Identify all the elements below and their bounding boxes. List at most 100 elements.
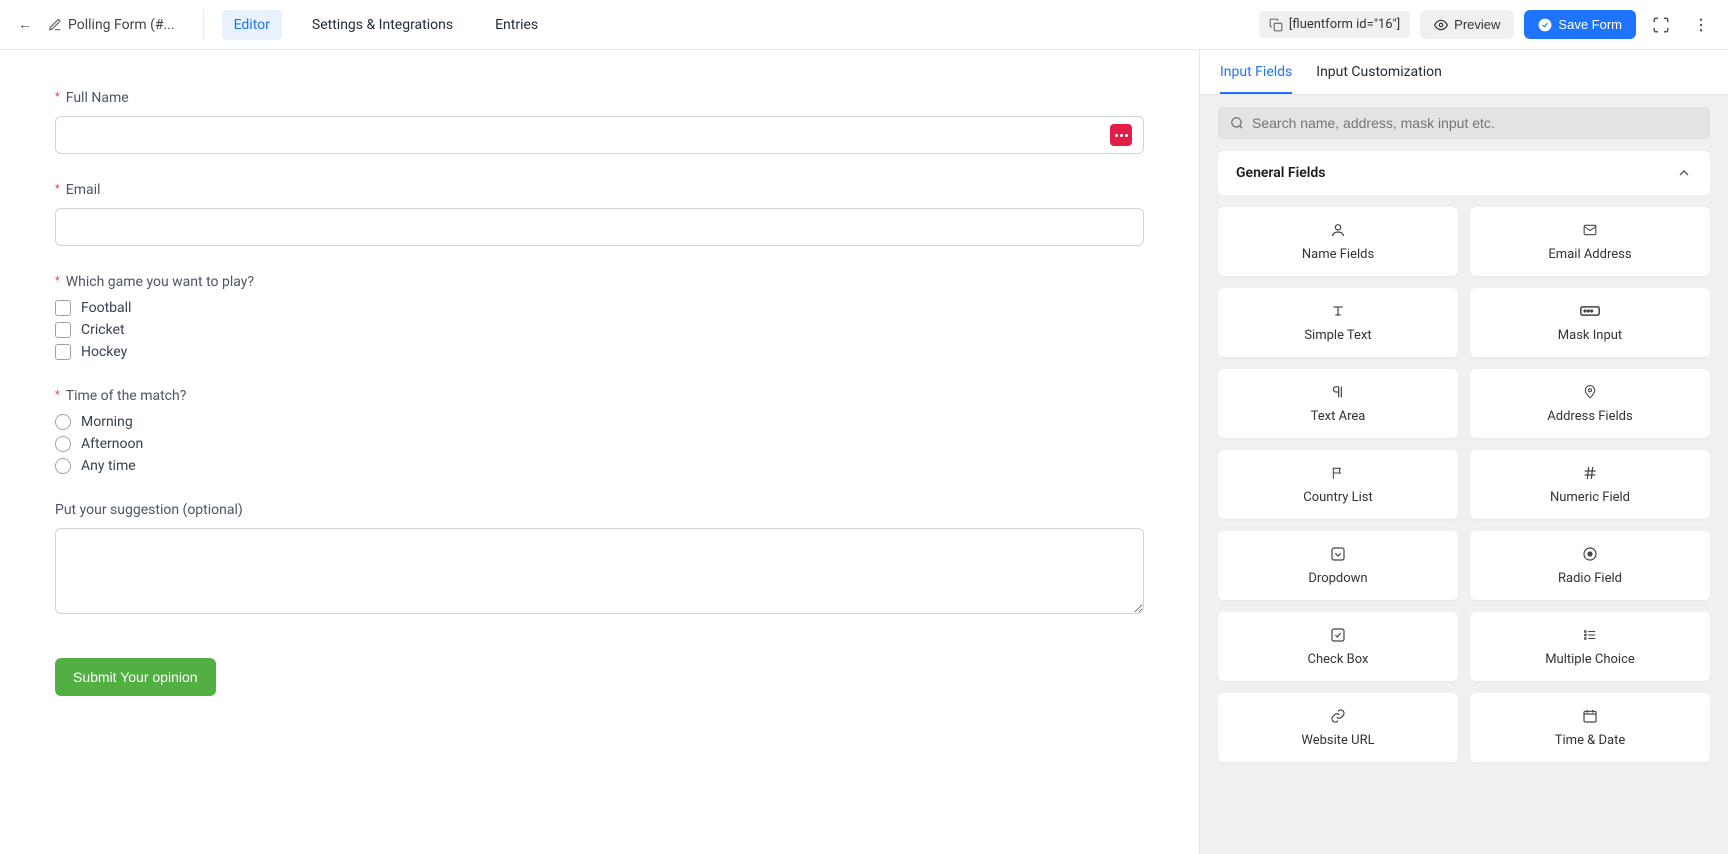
input-full-name-wrap — [55, 116, 1144, 154]
sidebar-tab-input-customization[interactable]: Input Customization — [1316, 64, 1442, 94]
checkbox-icon — [1330, 626, 1346, 644]
input-full-name[interactable] — [55, 116, 1144, 154]
field-card-numeric-field[interactable]: Numeric Field — [1470, 450, 1710, 519]
field-suggestion[interactable]: Put your suggestion (optional) — [55, 502, 1144, 618]
field-card-country-list[interactable]: Country List — [1218, 450, 1458, 519]
copy-icon — [1269, 18, 1283, 32]
tab-entries[interactable]: Entries — [483, 10, 550, 40]
expand-icon[interactable] — [1646, 12, 1676, 38]
dropdown-icon — [1330, 545, 1346, 563]
field-card-check-box[interactable]: Check Box — [1218, 612, 1458, 681]
checkbox-icon[interactable] — [55, 344, 71, 360]
fields-grid: Name Fields Email Address Simple Text Ma… — [1200, 195, 1728, 774]
checkbox-option[interactable]: Hockey — [55, 344, 1144, 360]
label-game-text: Which game you want to play? — [66, 274, 254, 290]
eye-icon — [1434, 18, 1448, 32]
field-card-simple-text[interactable]: Simple Text — [1218, 288, 1458, 357]
paragraph-icon — [1330, 383, 1346, 401]
more-menu-icon[interactable] — [1686, 12, 1716, 38]
field-card-label: Address Fields — [1547, 409, 1632, 424]
form-title-text: Polling Form (#... — [68, 17, 175, 33]
field-card-label: Time & Date — [1555, 733, 1626, 748]
field-full-name[interactable]: * Full Name — [55, 90, 1144, 154]
person-icon — [1330, 221, 1346, 239]
search-icon — [1230, 116, 1244, 130]
radio-icon — [1582, 545, 1598, 563]
field-card-label: Radio Field — [1558, 571, 1622, 586]
field-card-radio-field[interactable]: Radio Field — [1470, 531, 1710, 600]
field-card-dropdown[interactable]: Dropdown — [1218, 531, 1458, 600]
field-card-time-date[interactable]: Time & Date — [1470, 693, 1710, 762]
label-email: * Email — [55, 182, 1144, 198]
sidebar-tab-input-fields[interactable]: Input Fields — [1220, 64, 1292, 94]
required-star: * — [55, 388, 60, 401]
list-icon — [1581, 626, 1599, 644]
form-title[interactable]: Polling Form (#... — [48, 17, 175, 33]
field-card-text-area[interactable]: Text Area — [1218, 369, 1458, 438]
sidebar-tabs: Input Fields Input Customization — [1200, 50, 1728, 95]
radio-icon[interactable] — [55, 436, 71, 452]
label-time: * Time of the match? — [55, 388, 1144, 404]
radio-icon[interactable] — [55, 414, 71, 430]
field-game[interactable]: * Which game you want to play? Football … — [55, 274, 1144, 360]
topbar-right: [fluentform id="16"] Preview Save Form — [1259, 10, 1716, 39]
textarea-suggestion[interactable] — [55, 528, 1144, 614]
checkbox-option[interactable]: Cricket — [55, 322, 1144, 338]
save-button[interactable]: Save Form — [1524, 10, 1636, 39]
field-card-mask-input[interactable]: Mask Input — [1470, 288, 1710, 357]
field-card-address-fields[interactable]: Address Fields — [1470, 369, 1710, 438]
shortcode-box[interactable]: [fluentform id="16"] — [1259, 11, 1410, 38]
radio-option[interactable]: Any time — [55, 458, 1144, 474]
field-card-label: Numeric Field — [1550, 490, 1630, 505]
checkbox-icon[interactable] — [55, 300, 71, 316]
pencil-icon — [48, 18, 62, 32]
field-card-label: Country List — [1303, 490, 1373, 505]
required-star: * — [55, 274, 60, 287]
field-card-label: Dropdown — [1308, 571, 1367, 586]
field-card-label: Mask Input — [1558, 328, 1622, 343]
label-suggestion: Put your suggestion (optional) — [55, 502, 1144, 518]
check-icon — [1538, 18, 1552, 32]
field-card-name-fields[interactable]: Name Fields — [1218, 207, 1458, 276]
required-star: * — [55, 90, 60, 103]
envelope-icon — [1581, 221, 1599, 239]
back-arrow-icon[interactable]: ← — [12, 12, 38, 37]
preview-button[interactable]: Preview — [1420, 10, 1514, 39]
field-time[interactable]: * Time of the match? Morning Afternoon A… — [55, 388, 1144, 474]
field-card-label: Name Fields — [1302, 247, 1374, 262]
radio-option[interactable]: Afternoon — [55, 436, 1144, 452]
field-card-website-url[interactable]: Website URL — [1218, 693, 1458, 762]
shortcode-text: [fluentform id="16"] — [1289, 17, 1400, 32]
field-email[interactable]: * Email — [55, 182, 1144, 246]
option-label: Morning — [81, 414, 133, 430]
sidebar: Input Fields Input Customization General… — [1200, 50, 1728, 854]
name-field-expand-icon[interactable] — [1110, 124, 1132, 146]
sidebar-search — [1200, 95, 1728, 151]
search-box[interactable] — [1218, 107, 1710, 139]
checkbox-icon[interactable] — [55, 322, 71, 338]
flag-icon — [1331, 464, 1345, 482]
hash-icon — [1582, 464, 1598, 482]
label-full-name: * Full Name — [55, 90, 1144, 106]
checkbox-option[interactable]: Football — [55, 300, 1144, 316]
field-card-multiple-choice[interactable]: Multiple Choice — [1470, 612, 1710, 681]
topbar-left: ← Polling Form (#... Editor Settings & I… — [12, 10, 550, 40]
option-label: Hockey — [81, 344, 127, 360]
tab-settings[interactable]: Settings & Integrations — [300, 10, 465, 40]
field-card-label: Check Box — [1308, 652, 1369, 667]
required-star: * — [55, 182, 60, 195]
radio-option[interactable]: Morning — [55, 414, 1144, 430]
field-card-label: Simple Text — [1304, 328, 1371, 343]
field-card-label: Email Address — [1548, 247, 1631, 262]
input-email[interactable] — [55, 208, 1144, 246]
label-game: * Which game you want to play? — [55, 274, 1144, 290]
section-general-fields[interactable]: General Fields — [1218, 151, 1710, 195]
tab-editor[interactable]: Editor — [222, 10, 282, 40]
submit-button[interactable]: Submit Your opinion — [55, 658, 216, 696]
radio-icon[interactable] — [55, 458, 71, 474]
field-card-email-address[interactable]: Email Address — [1470, 207, 1710, 276]
save-label: Save Form — [1558, 17, 1622, 32]
topbar: ← Polling Form (#... Editor Settings & I… — [0, 0, 1728, 50]
search-input[interactable] — [1252, 115, 1698, 131]
label-full-name-text: Full Name — [66, 90, 129, 106]
